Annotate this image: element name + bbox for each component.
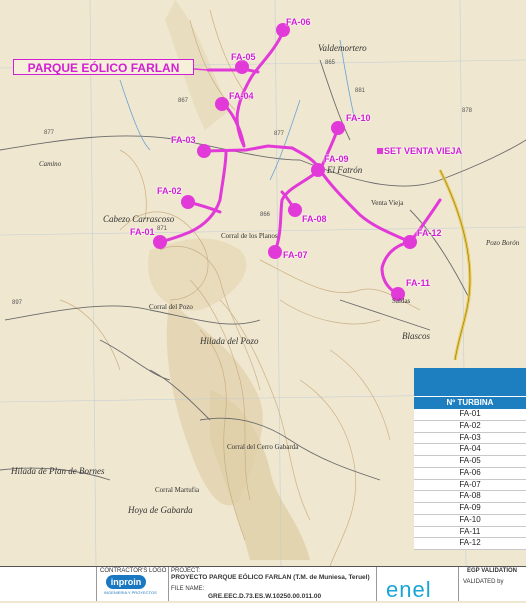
inproin-logo: inproin (106, 575, 146, 589)
project-value: PROYECTO PARQUE EÓLICO FARLAN (T.M. de M… (171, 574, 370, 581)
table-row: FA-05 (414, 456, 526, 468)
place-cabezo-carrascoso: Cabezo Carrascoso (103, 214, 175, 224)
table-row: FA-11 (414, 526, 526, 539)
place-blascos: Blascos (402, 331, 430, 341)
elevation-mark: 878 (462, 108, 473, 114)
place-corral-martufia: Corral Martufia (155, 486, 200, 494)
table-header-title: Nº TURBINA (414, 397, 526, 409)
table-row: FA-03 (414, 432, 526, 445)
validated-by-label: VALIDATED by (463, 579, 504, 585)
place-saldas: Saldas (392, 297, 411, 305)
substation-label: SET VENTA VIEJA (384, 146, 463, 156)
project-cell: PROJECT: PROYECTO PARQUE EÓLICO FARLAN (… (168, 567, 377, 601)
file-name-value: GRE.EEC.D.73.ES.W.10250.00.011.00 (208, 593, 322, 600)
place-corral-llanos: Corral de los Planos (221, 232, 278, 240)
title-block-blank (0, 567, 97, 601)
contractor-logo-label: CONTRACTOR'S LOGO (100, 568, 167, 574)
turbine-label-fa06: FA-06 (286, 17, 311, 27)
turbine-label-fa08: FA-08 (302, 214, 327, 224)
turbine-marker (311, 163, 325, 177)
place-corral-cerro-gabarda: Corral del Cerro Gabarda (227, 443, 299, 451)
enel-logo: enel (386, 577, 432, 602)
elevation-mark: 865 (325, 60, 336, 66)
turbine-label-fa05: FA-05 (231, 52, 256, 62)
table-row: FA-07 (414, 479, 526, 492)
turbine-label-fa03: FA-03 (171, 135, 196, 145)
table-row: FA-09 (414, 503, 526, 515)
turbine-marker (181, 195, 195, 209)
turbine-label-fa11: FA-11 (406, 278, 431, 288)
table-row: FA-08 (414, 491, 526, 503)
place-hilada-plan-bornes: Hilada de Plan de Bornes (11, 466, 105, 476)
turbine-marker (197, 144, 211, 158)
turbine-label-fa02: FA-02 (157, 186, 182, 196)
place-venta-vieja: Venta Vieja (371, 199, 404, 207)
substation-marker (377, 148, 383, 154)
validation-label: EGP VALIDATION (467, 568, 518, 574)
turbine-label-fa04: FA-04 (229, 91, 254, 101)
table-row: FA-04 (414, 444, 526, 456)
turbine-marker (268, 245, 282, 259)
table-header-band (414, 368, 526, 397)
turbine-label-fa01: FA-01 (130, 227, 155, 237)
place-hilada-pozo: Hilada del Pozo (200, 336, 259, 346)
drawing-title-block: CONTRACTOR'S LOGO inproin INGENIERIA Y P… (0, 566, 526, 602)
place-el-fatron: El Fatrón (327, 165, 363, 175)
elevation-mark: 881 (355, 88, 366, 94)
turbine-marker (331, 121, 345, 135)
place-camino: Camino (39, 160, 62, 168)
title-leader-line (193, 68, 209, 71)
table-row: FA-12 (414, 538, 526, 550)
table-row: FA-01 (414, 409, 526, 421)
place-hoya-gabarda: Hoya de Gabarda (128, 505, 193, 515)
turbine-marker (288, 203, 302, 217)
table-row: FA-10 (414, 514, 526, 527)
place-valdemortero: Valdemortero (318, 43, 367, 53)
validation-cell: EGP VALIDATION VALIDATED by (458, 567, 526, 601)
elevation-mark: 867 (178, 98, 189, 104)
table-row: FA-06 (414, 467, 526, 480)
place-corral-pozo: Corral del Pozo (149, 303, 193, 311)
turbine-table: Nº TURBINA FA-01 FA-02 FA-03 FA-04 FA-05… (414, 368, 526, 550)
elevation-mark: 866 (260, 212, 271, 218)
turbine-label-fa10: FA-10 (346, 113, 371, 123)
elevation-mark: 897 (12, 300, 23, 306)
turbine-marker (403, 235, 417, 249)
turbine-label-fa12: FA-12 (417, 228, 442, 238)
turbine-marker (215, 97, 229, 111)
turbine-label-fa09: FA-09 (324, 154, 349, 164)
table-row: FA-02 (414, 420, 526, 433)
inproin-logo-sub: INGENIERIA Y PROYECTOS (104, 590, 157, 595)
turbine-label-fa07: FA-07 (283, 250, 308, 260)
map-title: PARQUE EÓLICO FARLAN (13, 59, 194, 75)
file-name-label: FILE NAME: (171, 586, 205, 592)
elevation-mark: 877 (44, 130, 55, 136)
turbine-marker (153, 235, 167, 249)
elevation-mark: 871 (157, 226, 168, 232)
place-pozo-boron: Pozo Borón (486, 239, 520, 247)
elevation-mark: 877 (274, 131, 285, 137)
turbine-marker (235, 60, 249, 74)
